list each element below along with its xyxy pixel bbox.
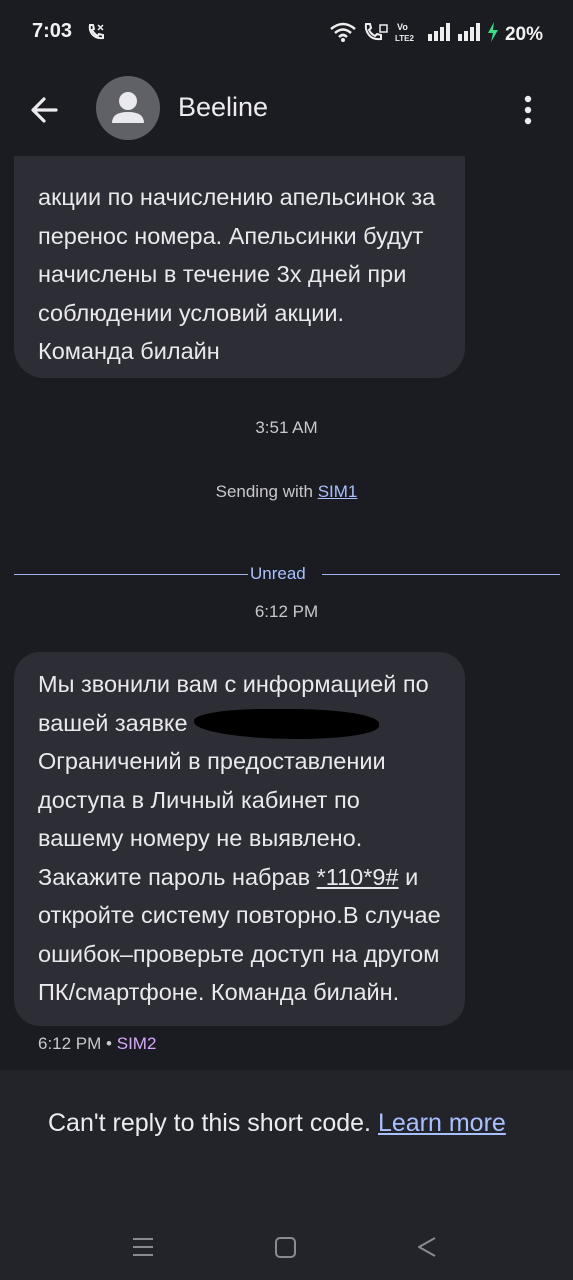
back-button[interactable] xyxy=(26,90,66,130)
more-options-button[interactable] xyxy=(514,90,542,130)
volte-icon: Vo LTE2 xyxy=(395,20,421,49)
message-bubble-incoming[interactable]: Мы звонили вам с информацией по вашей за… xyxy=(14,652,465,1026)
recents-button[interactable] xyxy=(130,1234,156,1265)
message-line: ПК/смартфоне. Команда билайн. xyxy=(38,979,400,1005)
message-line: Мы звонили вам с информацией по xyxy=(38,671,429,697)
status-bar: 7:03 Vo LTE2 20% xyxy=(0,0,573,66)
sim-label: SIM2 xyxy=(116,1034,157,1053)
message-line: вашей заявке xyxy=(38,704,441,743)
status-time: 7:03 xyxy=(32,20,73,42)
separator-dot: • xyxy=(106,1034,117,1053)
wifi-calling-icon xyxy=(86,22,106,47)
home-button[interactable] xyxy=(273,1234,299,1265)
system-navigation-bar xyxy=(0,1218,573,1280)
wifi-icon xyxy=(329,21,357,48)
redacted-number xyxy=(193,709,379,740)
message-line: перенос номера. Апельсинки будут xyxy=(38,222,424,249)
message-timestamp: 3:51 AM xyxy=(255,418,318,437)
reply-disabled-text: Can't reply to this short code. Learn mo… xyxy=(48,1109,506,1137)
conversation-header: Beeline xyxy=(0,66,573,156)
menu-icon xyxy=(133,1238,153,1256)
contact-name[interactable]: Beeline xyxy=(178,92,268,123)
wifi-call-icon xyxy=(363,21,389,48)
battery-percent: 20% xyxy=(504,23,543,45)
back-triangle-icon xyxy=(418,1237,436,1257)
unread-divider: Unread xyxy=(14,562,560,586)
learn-more-link[interactable]: Learn more xyxy=(378,1109,506,1137)
message-status: 6:12 PM • SIM2 xyxy=(38,1034,156,1054)
message-line: ошибок–проверьте доступ на другом xyxy=(38,940,440,967)
message-bubble-incoming[interactable]: акции по начислению апельсинок за перено… xyxy=(14,124,465,378)
charging-icon xyxy=(487,21,499,48)
back-nav-button[interactable] xyxy=(414,1234,440,1265)
more-vert-icon xyxy=(524,95,532,125)
unread-label: Unread xyxy=(250,564,306,583)
message-line: акции по начислению апельсинок за xyxy=(38,184,436,210)
arrow-back-icon xyxy=(31,97,58,123)
message-line: Ограничений в предоставлении xyxy=(38,748,386,774)
divider-line xyxy=(322,574,560,575)
message-line: начислены в течение 3х дней при xyxy=(38,261,407,287)
signal-icon-2 xyxy=(457,22,481,47)
sending-label: Sending with xyxy=(215,482,313,501)
home-square-icon xyxy=(275,1237,296,1258)
message-line: Закажите пароль набрав *110*9# и xyxy=(38,863,419,890)
message-line: соблюдении условий акции. xyxy=(38,299,344,326)
person-icon xyxy=(112,92,144,123)
svg-text:LTE2: LTE2 xyxy=(395,34,415,43)
message-line: откройте систему повторно.В случае xyxy=(38,902,441,928)
ussd-code-link[interactable]: *110*9# xyxy=(317,864,399,890)
svg-text:Vo: Vo xyxy=(397,22,408,32)
message-time: 6:12 PM xyxy=(38,1034,102,1053)
sim-selector-link[interactable]: SIM1 xyxy=(318,482,358,501)
signal-icon-1 xyxy=(427,22,451,47)
divider-line xyxy=(14,574,248,575)
message-line: Команда билайн xyxy=(38,338,220,364)
message-line: вашему номеру не выявлено. xyxy=(38,825,363,851)
contact-avatar[interactable] xyxy=(96,76,160,140)
message-timestamp: 6:12 PM xyxy=(254,602,319,621)
message-line: доступа в Личный кабинет по xyxy=(38,786,360,813)
sending-info: Sending with SIM1 xyxy=(0,482,573,502)
